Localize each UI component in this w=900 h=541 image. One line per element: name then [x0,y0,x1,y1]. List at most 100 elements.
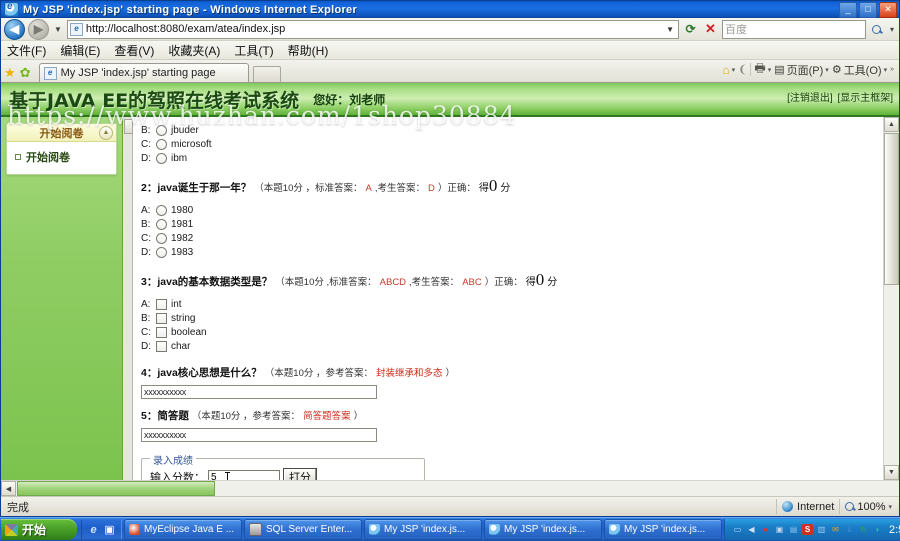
option-row[interactable]: C: microsoft [141,137,899,151]
option-row[interactable]: C: 1982 [141,231,899,245]
forward-button[interactable]: ▶ [28,18,49,40]
radio-icon[interactable] [156,138,167,150]
new-tab-button[interactable] [252,66,281,82]
sync-icon[interactable]: ↻ [858,524,869,535]
toolbar-overflow-icon[interactable]: » [890,66,894,73]
history-dropdown-icon[interactable]: ▼ [52,25,64,34]
bullet-icon [15,154,21,160]
vertical-scroll-thumb[interactable] [884,133,899,285]
submit-score-button[interactable]: 打分 [283,468,317,480]
option-row[interactable]: A: 1980 [141,203,899,217]
question-title: 简答题 [157,410,189,422]
scroll-up-button[interactable]: ▲ [884,117,899,132]
score-value: 0 [488,176,498,195]
question-title: java诞生于那一年？ [157,182,252,194]
tab-index-jsp[interactable]: e My JSP 'index.jsp' starting page [38,63,249,82]
back-button[interactable]: ◀ [4,18,25,40]
messenger-icon[interactable]: ✉ [830,524,841,535]
radio-icon[interactable] [156,232,167,244]
menu-view[interactable]: 查看(V) [114,42,154,59]
page-vertical-scrollbar[interactable]: ▲ ▼ [883,117,899,480]
show-desktop-icon[interactable]: ▣ [103,523,116,536]
update-icon[interactable]: ▤ [788,524,799,535]
menu-help[interactable]: 帮助(H) [288,42,329,59]
collapse-icon[interactable]: ▲ [99,126,113,140]
search-provider-dropdown-icon[interactable]: ▾ [888,25,896,34]
stop-button[interactable]: ✕ [702,21,719,38]
start-button[interactable]: 开始 [1,519,77,540]
main-frame-link[interactable]: [显示主框架] [837,93,893,104]
maximize-button[interactable]: □ [859,1,877,18]
question-5-answer-input[interactable]: xxxxxxxxxx [141,428,377,442]
minimize-button[interactable]: _ [839,1,857,18]
taskbar-clock[interactable]: 2:58 [889,524,900,536]
tools-menu-button[interactable]: ⚙ 工具(O) ▾ [832,62,887,78]
wifi-icon[interactable]: ◗ [872,524,883,535]
option-row[interactable]: B: string [141,311,899,325]
menu-edit[interactable]: 编辑(E) [60,42,100,59]
refresh-button[interactable]: ⟳ [682,21,699,38]
page-horizontal-scrollbar[interactable]: ◀ [1,480,899,496]
sidebar-item-start-grading[interactable]: 开始阅卷 [15,149,112,165]
network-icon[interactable]: ▣ [774,524,785,535]
scroll-left-button[interactable]: ◀ [1,481,16,496]
antivirus-icon[interactable]: ● [760,524,771,535]
ie-icon [609,524,620,535]
radio-icon[interactable] [156,218,167,230]
zoom-control[interactable]: 100% ▾ [839,499,897,514]
add-to-favorites-icon[interactable]: ✿ [20,66,31,79]
security-zone[interactable]: Internet [776,499,839,514]
menu-bar: 文件(F) 编辑(E) 查看(V) 收藏夹(A) 工具(T) 帮助(H) [1,41,899,60]
option-row[interactable]: C: boolean [141,325,899,339]
search-input[interactable]: 百度 [721,19,866,39]
taskbar-item-sqlserver[interactable]: SQL Server Enter... [244,519,362,540]
question-3: 3： java的基本数据类型是？ （本题10分 ,标准答案： ABCD ,考生答… [141,271,899,353]
security-icon[interactable]: S [802,524,813,535]
checkbox-icon[interactable] [156,312,167,324]
ie-icon[interactable]: e [87,523,100,536]
logout-link[interactable]: [注销退出] [787,93,833,104]
radio-icon[interactable] [156,152,167,164]
option-row[interactable]: D: ibm [141,151,899,165]
page-menu-button[interactable]: ▤ 页面(P) ▾ [774,62,829,78]
feeds-button[interactable]: ❨ [738,63,747,76]
radio-icon[interactable] [156,204,167,216]
home-button[interactable]: ⌂ ▾ [722,63,735,77]
radio-icon[interactable] [156,246,167,258]
option-row[interactable]: A: int [141,297,899,311]
option-row[interactable]: D: 1983 [141,245,899,259]
monitor-icon[interactable]: ▥ [816,524,827,535]
menu-tools[interactable]: 工具(T) [234,42,273,59]
search-button[interactable] [869,21,885,38]
print-button[interactable]: 🖶 ▾ [754,59,771,80]
zoom-caret-icon[interactable]: ▾ [888,503,892,511]
close-button[interactable]: ✕ [879,1,897,18]
question-4-answer-input[interactable]: xxxxxxxxxx [141,385,377,399]
taskbar-item-ie-3[interactable]: My JSP 'index.js... [604,519,722,540]
show-desktop-icon[interactable]: ▭ [732,524,743,535]
sidebar-panel-title: 开始阅卷 [39,127,84,140]
question-5: 5： 简答题 （本题10分 ，参考答案： 简答题答案 ） xxxxxxxxxx [141,408,899,442]
option-row[interactable]: B: 1981 [141,217,899,231]
favorites-center-icon[interactable]: ★ [4,66,16,79]
url-dropdown-icon[interactable]: ▼ [666,25,676,34]
checkbox-icon[interactable] [156,340,167,352]
checkbox-icon[interactable] [156,298,167,310]
checkbox-icon[interactable] [156,326,167,338]
frame-splitter[interactable] [123,117,133,480]
option-row[interactable]: D: char [141,339,899,353]
taskbar-item-myeclipse[interactable]: MyEclipse Java E ... [124,519,242,540]
url-input[interactable]: e http://localhost:8080/exam/atea/index.… [66,19,679,39]
text-cursor-icon [225,471,230,480]
scroll-down-button[interactable]: ▼ [884,465,899,480]
option-row[interactable]: B: jbuder [141,123,899,137]
horizontal-scroll-thumb[interactable] [17,481,215,496]
download-icon[interactable]: ⇓ [844,524,855,535]
menu-file[interactable]: 文件(F) [7,42,46,59]
taskbar-item-ie-1[interactable]: My JSP 'index.js... [364,519,482,540]
score-input[interactable]: 5 [208,469,280,480]
radio-icon[interactable] [156,124,167,136]
volume-icon[interactable]: ◀ [746,524,757,535]
taskbar-item-ie-2[interactable]: My JSP 'index.js... [484,519,602,540]
menu-favorites[interactable]: 收藏夹(A) [168,42,220,59]
